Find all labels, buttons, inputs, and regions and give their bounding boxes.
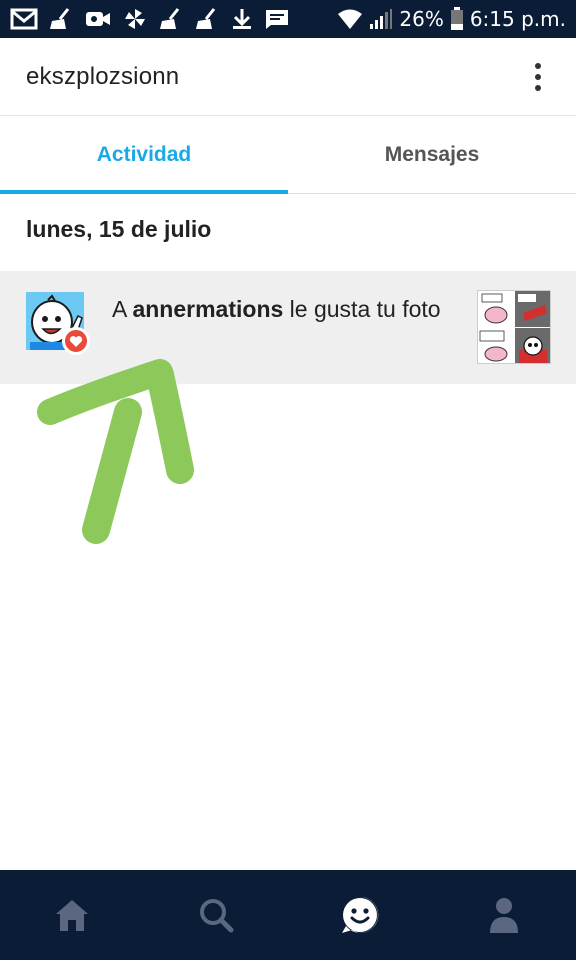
activity-message: A annermations le gusta tu foto bbox=[112, 291, 452, 328]
system-status: 26% 6:15 p.m. bbox=[337, 7, 566, 31]
activity-suffix: le gusta tu foto bbox=[283, 296, 441, 322]
comic-panel bbox=[514, 327, 550, 363]
comic-panel bbox=[478, 291, 514, 327]
post-thumbnail[interactable] bbox=[477, 290, 551, 364]
clock: 6:15 p.m. bbox=[469, 7, 566, 31]
nav-profile[interactable] bbox=[464, 880, 544, 950]
gmail-icon bbox=[10, 8, 38, 30]
like-badge bbox=[62, 327, 90, 355]
activity-prefix: A bbox=[112, 296, 133, 322]
tab-mensajes[interactable]: Mensajes bbox=[288, 117, 576, 193]
activity-icon bbox=[342, 896, 379, 933]
comic-panel bbox=[478, 327, 514, 363]
heart-icon bbox=[69, 335, 83, 347]
more-options-button[interactable] bbox=[526, 57, 550, 97]
broom-icon bbox=[160, 8, 180, 29]
nav-activity[interactable] bbox=[320, 880, 400, 950]
video-camera-icon bbox=[86, 12, 110, 26]
search-icon bbox=[200, 899, 234, 933]
pinwheel-icon bbox=[125, 9, 145, 29]
activity-username[interactable]: annermations bbox=[132, 296, 283, 322]
download-icon bbox=[233, 9, 251, 29]
page-title: ekszplozsionn bbox=[26, 62, 180, 90]
bottom-navigation bbox=[0, 870, 576, 960]
wifi-icon bbox=[338, 9, 363, 29]
battery-percentage: 26% bbox=[399, 7, 444, 31]
more-vert-icon bbox=[535, 62, 541, 69]
broom-icon bbox=[196, 8, 216, 29]
message-icon bbox=[266, 10, 288, 29]
date-heading: lunes, 15 de julio bbox=[26, 216, 212, 242]
status-bar: 26% 6:15 p.m. bbox=[0, 0, 576, 38]
tab-actividad[interactable]: Actividad bbox=[0, 117, 288, 194]
notification-icons bbox=[10, 7, 290, 31]
signal-icon bbox=[370, 9, 393, 29]
profile-icon bbox=[490, 898, 518, 933]
nav-search[interactable] bbox=[176, 880, 256, 950]
app-header: ekszplozsionn bbox=[0, 38, 576, 116]
home-icon bbox=[56, 900, 88, 931]
activity-item[interactable]: A annermations le gusta tu foto bbox=[0, 271, 576, 384]
broom-icon bbox=[50, 8, 70, 29]
battery-icon bbox=[450, 7, 463, 30]
nav-home[interactable] bbox=[32, 880, 112, 950]
comic-panel bbox=[514, 291, 550, 327]
tab-bar: Actividad Mensajes bbox=[0, 117, 576, 194]
